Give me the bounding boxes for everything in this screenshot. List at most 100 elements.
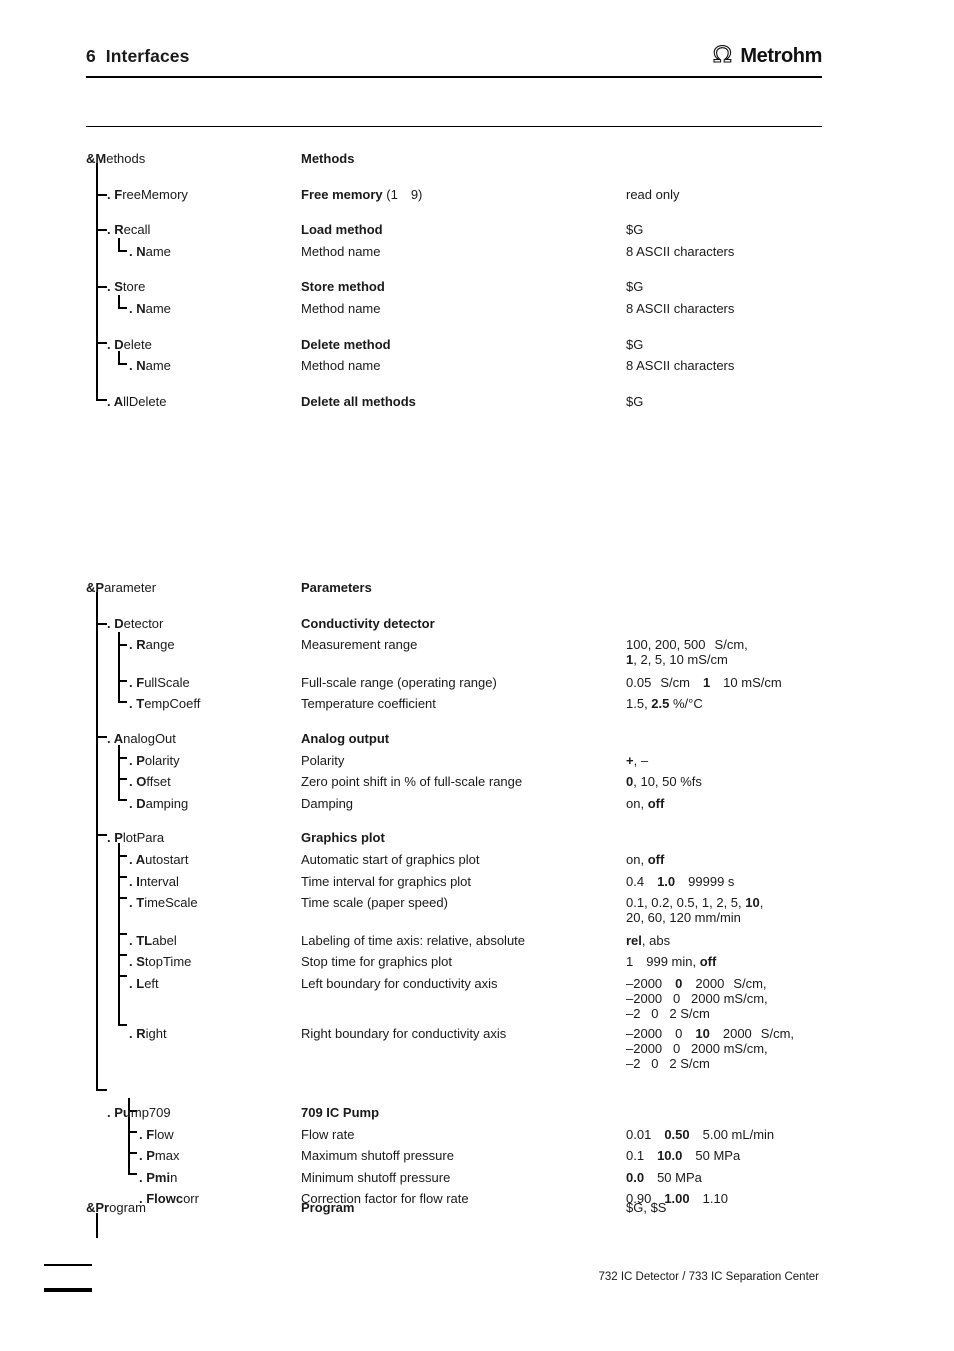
value-min: 0.1 <box>626 1148 645 1164</box>
row-description: Time scale (paper speed) <box>301 895 448 911</box>
tree-row-fullscale: . FullScale Full-scale range (operating … <box>0 675 954 697</box>
tree-mnemonic: F <box>114 186 123 202</box>
value-default: off <box>699 954 717 970</box>
value-default: 10.0 <box>657 1148 683 1164</box>
tree-label: . Recall <box>107 222 312 237</box>
tree-label: . AnalogOut <box>107 731 312 746</box>
row-description: Method name <box>301 243 381 259</box>
tree-label: . Delete <box>107 337 312 352</box>
row-value: rel, abs <box>626 933 926 948</box>
tree-label: . Pump709 <box>107 1105 312 1120</box>
section-divider <box>86 126 822 128</box>
tree-name: ight <box>145 1025 167 1041</box>
metrohm-logo: Metrohm <box>711 44 822 69</box>
value-part: 100, 200, 500 <box>626 637 706 653</box>
value-max: 10 mS/cm <box>723 674 782 690</box>
page-title: 6 Interfaces <box>86 46 189 67</box>
row-value: 0.4 1.0 99999 s <box>626 874 926 889</box>
tree-mnemonic: F <box>136 674 145 690</box>
tree-row-range: . Range Measurement range 100, 200, 500 S… <box>0 637 954 667</box>
tree-row-recall-name: . Name Method name 8 ASCII characters <box>0 244 954 266</box>
tree-row-delete-name: . Name Method name 8 ASCII characters <box>0 358 954 380</box>
row-description: Temperature coefficient <box>301 696 436 712</box>
tree-mnemonic: S <box>136 954 145 970</box>
tree-mnemonic: R <box>136 637 146 653</box>
row-value: $G <box>626 279 644 295</box>
tree-mnemonic: T <box>136 895 145 911</box>
tree-name: topTime <box>144 954 192 970</box>
tree-row-program-root: &Program Program $G, $S <box>0 1200 954 1222</box>
value-default: off <box>647 795 665 811</box>
tree-mnemonic: TL <box>136 932 153 948</box>
tree-mnemonic: F <box>146 1126 155 1142</box>
tree-name: ecall <box>123 222 151 238</box>
value-min: –2000 <box>626 975 663 991</box>
tree-name: ame <box>145 300 171 316</box>
value-default: 0.0 <box>626 1169 645 1185</box>
tree-row-right: . Right Right boundary for conductivity … <box>0 1025 954 1071</box>
row-description: Analog output <box>301 730 390 746</box>
tree-mnemonic: N <box>136 358 146 374</box>
tree-dot: . <box>107 730 114 746</box>
row-description: Damping <box>301 795 354 811</box>
value-max: 5.00 mL/min <box>702 1126 775 1142</box>
tree-name: eft <box>144 975 159 991</box>
value-max: 50 MPa <box>695 1148 741 1164</box>
tree-row-left: . Left Left boundary for conductivity ax… <box>0 975 954 1021</box>
tree-mnemonic: P <box>136 752 145 768</box>
tree-mnemonic: P <box>114 830 123 846</box>
value-min: 0.01 <box>626 1126 652 1142</box>
footer-document-title: 732 IC Detector / 733 IC Separation Cent… <box>598 1271 819 1283</box>
tree-name: elete <box>123 336 152 352</box>
tree-name: utostart <box>145 851 189 867</box>
value-unit: S/cm, <box>714 637 748 653</box>
section-methods: &Methods Methods . FreeMemory Free memor… <box>0 151 954 415</box>
row-value: 8 ASCII characters <box>626 300 735 316</box>
row-value: 0.01 0.50 5.00 mL/min <box>626 1127 926 1142</box>
value-max: 99999 s <box>688 873 735 889</box>
tree-label: &Parameter <box>86 580 291 595</box>
tree-row-recall: . Recall Load method $G <box>0 222 954 244</box>
row-value: 100, 200, 500 S/cm, 1, 2, 5, 10 mS/cm <box>626 637 926 667</box>
tree-name: llDelete <box>123 393 167 409</box>
footer-rule-thin <box>44 1264 92 1266</box>
tree-mnemonic: D <box>136 795 146 811</box>
desc-bold: Free memory <box>301 186 383 202</box>
tree-name: ethods <box>106 151 146 166</box>
section-program: &Program Program $G, $S <box>0 1200 954 1222</box>
value-part: –2 0 2 S/cm <box>626 1055 710 1071</box>
footer-rule-thick <box>44 1288 92 1292</box>
value-default: 2.5 <box>651 696 670 712</box>
tree-name: ffset <box>146 774 171 790</box>
tree-row-detector: . Detector Conductivity detector <box>0 616 954 638</box>
header-divider <box>86 76 822 79</box>
brand-name: Metrohm <box>740 45 822 67</box>
tree-mnemonic: &M <box>86 151 107 166</box>
tree-mnemonic: Pmi <box>146 1169 171 1185</box>
tree-row-timescale: . TimeScale Time scale (paper speed) 0.1… <box>0 895 954 925</box>
row-value: –2000 0 2000 S/cm, –2000 0 2000 mS/cm, –2 0 2… <box>626 976 926 1021</box>
tree-mnemonic: L <box>136 975 145 991</box>
tree-row-damping: . Damping Damping on, off <box>0 796 954 818</box>
row-description: Delete method <box>301 336 391 352</box>
row-description: Time interval for graphics plot <box>301 873 472 889</box>
row-description: Right boundary for conductivity axis <box>301 1025 507 1041</box>
tree-name: abel <box>152 932 177 948</box>
row-description: Program <box>301 1200 355 1215</box>
desc-range-start: (1 <box>382 186 398 202</box>
tree-name: arameter <box>104 580 157 595</box>
value-part: , 10, 50 %fs <box>633 774 702 790</box>
tree-mnemonic: T <box>136 696 145 712</box>
tree-mnemonic: N <box>136 300 146 316</box>
tree-name: empCoeff <box>144 696 201 712</box>
value-part: 0 <box>675 1025 683 1041</box>
tree-mnemonic: S <box>114 279 123 295</box>
value-min: 0.4 <box>626 873 645 889</box>
row-value: +, – <box>626 753 926 768</box>
metrohm-omega-icon <box>711 44 737 69</box>
tree-name: lotPara <box>122 830 165 846</box>
tree-row-autostart: . Autostart Automatic start of graphics … <box>0 852 954 874</box>
row-description: Full-scale range (operating range) <box>301 674 497 690</box>
value-unit: S/cm <box>660 674 690 690</box>
tree-row-interval: . Interval Time interval for graphics pl… <box>0 874 954 896</box>
